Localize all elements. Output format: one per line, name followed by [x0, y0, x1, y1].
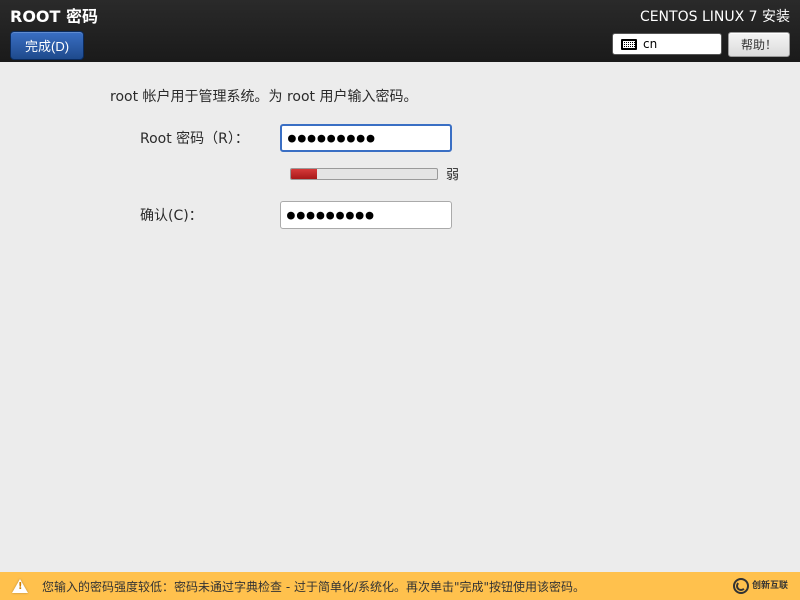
help-button[interactable]: 帮助！ — [728, 32, 790, 57]
confirm-password-input[interactable] — [280, 201, 452, 229]
password-strength-meter — [290, 168, 438, 180]
strength-label: 弱 — [446, 164, 459, 183]
warning-message: 您输入的密码强度较低：密码未通过字典检查 - 过于简单化/系统化。再次单击"完成… — [42, 578, 585, 595]
main-content: root 帐户用于管理系统。为 root 用户输入密码。 Root 密码（R）：… — [0, 62, 800, 241]
strength-fill — [291, 169, 317, 179]
header-left: ROOT 密码 完成(D) — [10, 3, 98, 60]
header-bar: ROOT 密码 完成(D) CENTOS LINUX 7 安装 cn 帮助！ — [0, 0, 800, 62]
page-title: ROOT 密码 — [10, 3, 98, 27]
instruction-text: root 帐户用于管理系统。为 root 用户输入密码。 — [110, 86, 650, 106]
brand-name: 创新互联 — [752, 582, 788, 591]
install-title: CENTOS LINUX 7 安装 — [640, 6, 790, 26]
keyboard-layout-label: cn — [643, 37, 657, 51]
header-controls: cn 帮助！ — [612, 32, 790, 57]
password-label: Root 密码（R）： — [130, 128, 280, 148]
password-row: Root 密码（R）： — [130, 124, 670, 152]
keyboard-icon — [621, 39, 637, 50]
keyboard-layout-selector[interactable]: cn — [612, 33, 722, 55]
warning-bar: 您输入的密码强度较低：密码未通过字典检查 - 过于简单化/系统化。再次单击"完成… — [0, 572, 800, 600]
header-right: CENTOS LINUX 7 安装 cn 帮助！ — [612, 6, 790, 57]
confirm-row: 确认(C)： — [130, 201, 670, 229]
brand-logo: 创新互联 — [733, 578, 788, 594]
strength-row: 弱 — [130, 164, 670, 183]
root-password-input[interactable] — [280, 124, 452, 152]
warning-left: 您输入的密码强度较低：密码未通过字典检查 - 过于简单化/系统化。再次单击"完成… — [12, 578, 585, 595]
done-button[interactable]: 完成(D) — [10, 31, 84, 60]
logo-mark-icon — [733, 578, 749, 594]
warning-icon — [12, 579, 28, 593]
confirm-label: 确认(C)： — [130, 205, 280, 225]
